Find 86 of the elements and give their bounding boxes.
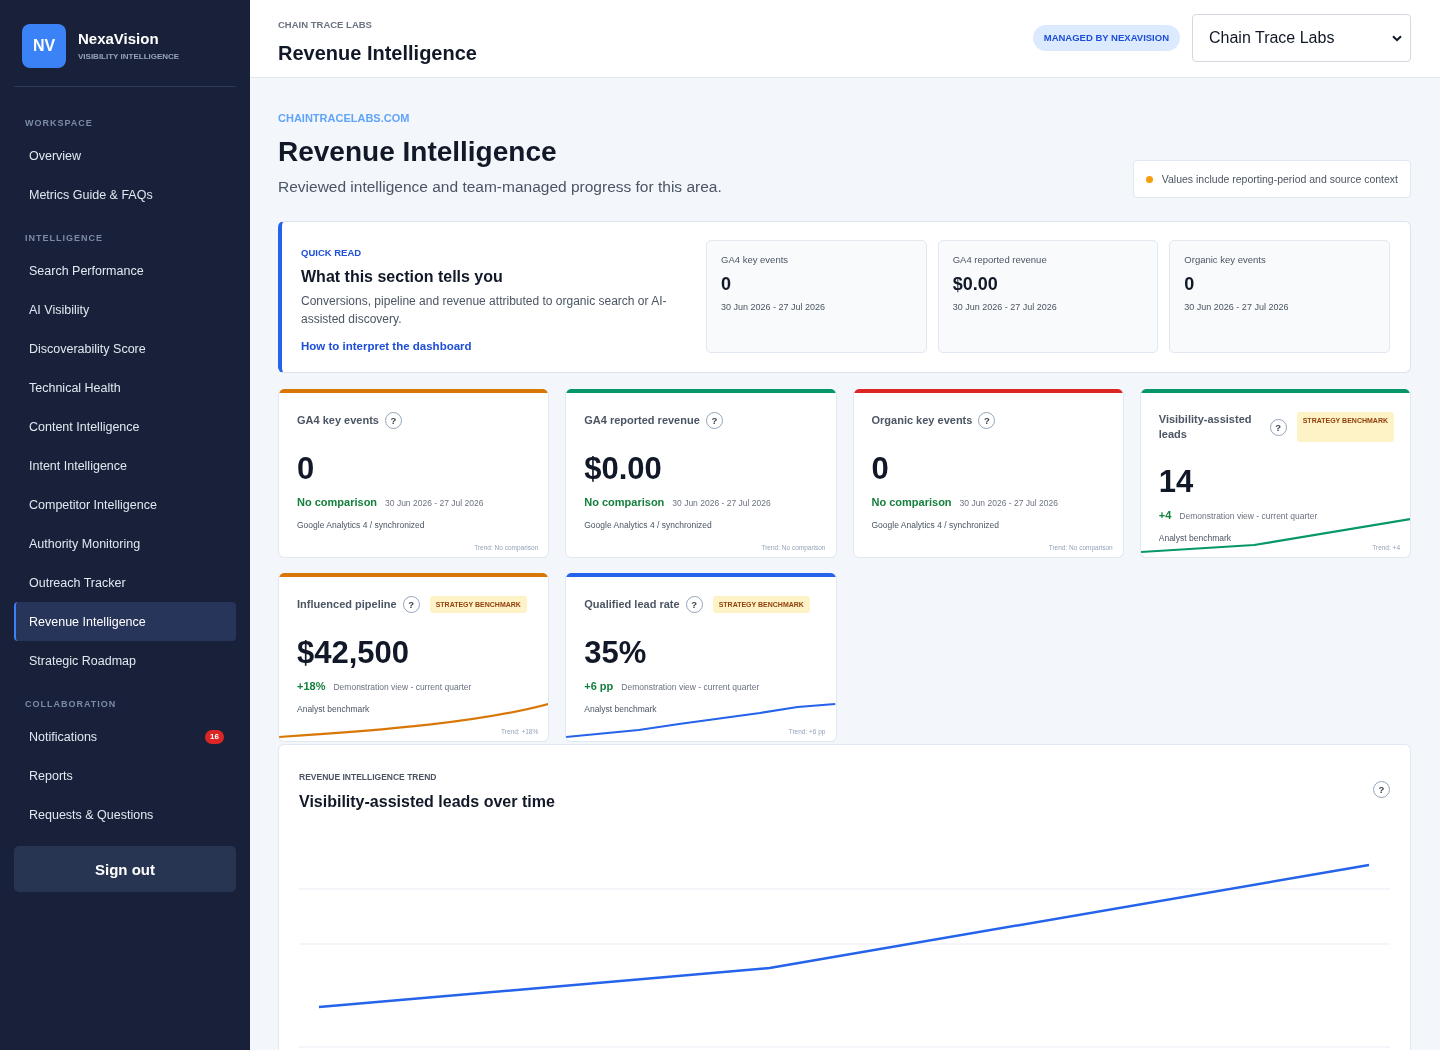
stat-label: GA4 reported revenue: [952, 254, 1048, 266]
eyebrow-label: QUICK READ: [301, 247, 362, 259]
metric-title: Influenced pipeline: [297, 597, 397, 612]
nav-item[interactable]: Search Performance: [14, 251, 236, 290]
metric-context: 30 Jun 2026 - 27 Jul 2026: [959, 497, 1058, 510]
section-description: Conversions, pipeline and revenue attributed to organic search or AI-assisted discovery.: [301, 293, 668, 328]
metric-change: No comparison: [584, 495, 665, 509]
metric-source: Google Analytics 4 / synchronized: [584, 519, 713, 531]
metric-context: Demonstration view - current quarter: [621, 681, 760, 694]
eyebrow-label: REVENUE INTELLIGENCE TREND: [299, 771, 438, 783]
metric-source: Google Analytics 4 / synchronized: [297, 519, 426, 531]
metric-value: $0.00: [584, 451, 663, 487]
dot-icon: [1145, 175, 1153, 183]
help-icon[interactable]: ?: [705, 412, 723, 429]
managed-badge: MANAGED BY NEXAVISION: [1032, 25, 1180, 51]
nav-item[interactable]: Strategic Roadmap: [14, 641, 236, 680]
help-icon[interactable]: ?: [384, 412, 402, 429]
metric-value: $42,500: [297, 635, 411, 671]
metric-context: Demonstration view - current quarter: [1179, 510, 1318, 523]
metric-value: 0: [871, 451, 890, 487]
nav-item[interactable]: Authority Monitoring: [14, 524, 236, 563]
breadcrumb: CHAIN TRACE LABS: [278, 19, 373, 31]
brand-logo: NV: [22, 24, 66, 68]
nav-item[interactable]: Revenue Intelligence: [14, 602, 236, 641]
stat-label: Organic key events: [1184, 254, 1267, 266]
metric-source: Analyst benchmark: [1158, 532, 1233, 544]
metric-change: No comparison: [871, 495, 952, 509]
help-icon[interactable]: ?: [1373, 780, 1390, 798]
page-subtitle: Reviewed intelligence and team-managed progress for this area.: [278, 177, 722, 197]
nav-item[interactable]: Overview: [14, 136, 236, 175]
nav-item[interactable]: Notifications 16: [14, 717, 236, 756]
nav-item[interactable]: Outreach Tracker: [14, 563, 236, 602]
nav-item[interactable]: Competitor Intelligence: [14, 485, 236, 524]
nav-item[interactable]: Reports: [14, 756, 236, 795]
section-title: What this section tells you: [301, 267, 503, 287]
chevron-down-icon: [1392, 34, 1402, 42]
section-label: WORKSPACE: [24, 117, 94, 129]
nav-item[interactable]: Discoverability Score: [14, 329, 236, 368]
metric-title: Organic key events: [871, 413, 973, 428]
help-icon[interactable]: ?: [1269, 418, 1287, 436]
metric-value: 0: [297, 451, 316, 487]
section-label: COLLABORATION: [24, 698, 118, 710]
metric-change: +4: [1158, 508, 1172, 522]
client-select[interactable]: Chain Trace Labs: [1192, 14, 1411, 62]
page-title: Revenue Intelligence: [278, 41, 477, 65]
metric-title: GA4 reported revenue: [584, 413, 700, 428]
nav-item[interactable]: Requests & Questions: [14, 795, 236, 834]
metric-change: +6 pp: [584, 679, 614, 693]
stat-period: 30 Jun 2026 - 27 Jul 2026: [952, 301, 1058, 313]
count-badge: 16: [205, 729, 224, 744]
metric-change: No comparison: [297, 495, 378, 509]
domain-label: CHAINTRACELABS.COM: [278, 111, 411, 125]
metric-context: 30 Jun 2026 - 27 Jul 2026: [672, 497, 771, 510]
metric-title: Visibility-assisted leads: [1158, 412, 1253, 442]
note-text: Values include reporting-period and source context: [1161, 173, 1398, 185]
brand-name: NexaVision: [78, 30, 160, 47]
metric-source: Analyst benchmark: [584, 703, 658, 715]
metric-value: 14: [1158, 464, 1195, 500]
stat-period: 30 Jun 2026 - 27 Jul 2026: [1184, 301, 1290, 313]
stat-label: GA4 key events: [721, 254, 790, 266]
guide-link[interactable]: How to interpret the dashboard: [301, 339, 472, 353]
nav-item[interactable]: Intent Intelligence: [14, 446, 236, 485]
help-icon[interactable]: ?: [978, 412, 996, 429]
chart-title: Visibility-assisted leads over time: [299, 792, 555, 812]
stat-value: $0.00: [952, 273, 999, 295]
metric-change: +18%: [297, 679, 326, 693]
brand-tagline: VISIBILITY INTELLIGENCE: [78, 51, 180, 62]
nav-item[interactable]: Content Intelligence: [14, 407, 236, 446]
metric-source: Google Analytics 4 / synchronized: [871, 519, 1001, 531]
stat-period: 30 Jun 2026 - 27 Jul 2026: [721, 301, 827, 313]
metric-value: 35%: [584, 635, 648, 671]
metric-source: Analyst benchmark: [297, 703, 371, 715]
metric-title: GA4 key events: [297, 413, 379, 428]
nav-item[interactable]: AI Visibility: [14, 290, 236, 329]
section-label: INTELLIGENCE: [24, 232, 104, 244]
nav-item[interactable]: Metrics Guide & FAQs: [14, 175, 236, 214]
metric-title: Qualified lead rate: [584, 597, 680, 612]
help-icon[interactable]: ?: [402, 596, 420, 613]
page-heading: Revenue Intelligence: [278, 135, 558, 169]
metric-context: 30 Jun 2026 - 27 Jul 2026: [385, 497, 484, 510]
sign-out-button[interactable]: Sign out: [14, 846, 236, 892]
stat-value: 0: [1184, 273, 1196, 295]
metric-context: Demonstration view - current quarter: [333, 681, 472, 694]
stat-value: 0: [721, 273, 732, 295]
nav-item[interactable]: Technical Health: [14, 368, 236, 407]
help-icon[interactable]: ?: [685, 596, 703, 613]
